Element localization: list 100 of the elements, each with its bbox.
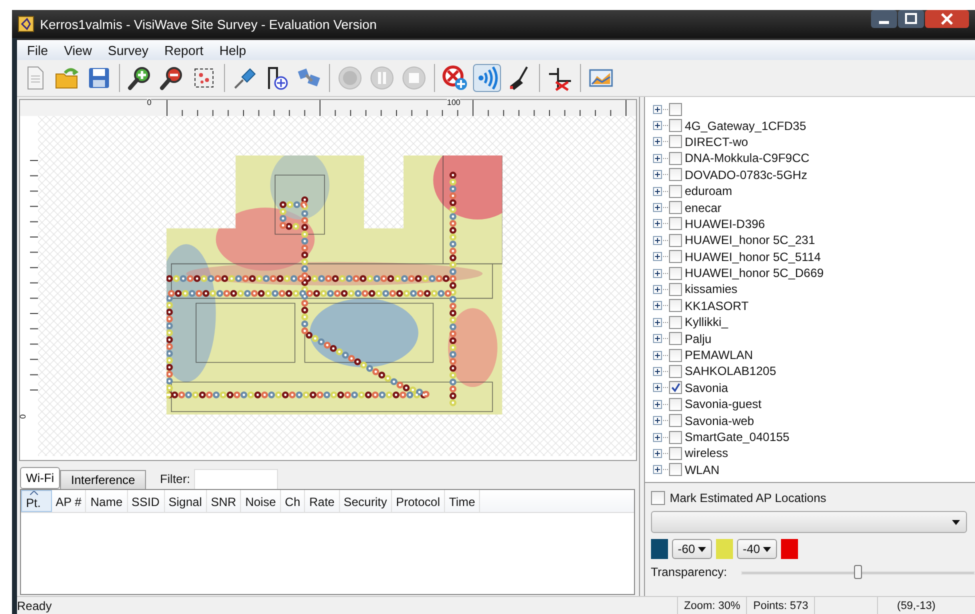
checkbox[interactable]: [650, 491, 665, 505]
checkbox[interactable]: [668, 152, 682, 165]
expand-icon[interactable]: [652, 432, 662, 442]
expand-icon[interactable]: [652, 104, 662, 114]
column-header[interactable]: Time: [445, 490, 480, 512]
checkbox[interactable]: [668, 234, 682, 247]
network-name[interactable]: kissamies: [684, 282, 738, 296]
color-swatch[interactable]: [780, 539, 798, 559]
expand-icon[interactable]: [652, 400, 662, 409]
color-swatch[interactable]: [716, 539, 733, 559]
expand-icon[interactable]: [652, 137, 662, 146]
checkbox[interactable]: [668, 282, 682, 296]
checkbox[interactable]: [668, 168, 682, 182]
network-name[interactable]: enecar: [684, 200, 722, 215]
column-header[interactable]: Protocol: [392, 490, 445, 512]
network-name[interactable]: Savonia: [684, 380, 728, 395]
checkbox[interactable]: [668, 348, 682, 362]
expand-icon[interactable]: [652, 186, 662, 196]
menu-item[interactable]: Help: [211, 40, 254, 60]
expand-icon[interactable]: [652, 154, 662, 163]
checkbox[interactable]: [668, 250, 682, 264]
checkbox[interactable]: [668, 299, 682, 312]
menu-item[interactable]: Survey: [100, 40, 156, 60]
expand-icon[interactable]: [652, 465, 662, 474]
slider-thumb[interactable]: [854, 565, 862, 579]
network-name[interactable]: KK1ASORT: [684, 298, 749, 313]
checkbox[interactable]: [668, 381, 682, 394]
checkbox[interactable]: [668, 364, 682, 378]
tab[interactable]: Interference: [60, 470, 146, 489]
threshold-dropdown[interactable]: -60: [672, 539, 712, 559]
network-name[interactable]: eduroam: [684, 184, 732, 198]
column-header[interactable]: Signal: [164, 490, 207, 512]
menu-item[interactable]: File: [19, 40, 56, 60]
column-header[interactable]: SNR: [206, 490, 242, 512]
network-name[interactable]: DNA-Mokkula-C9F9CC: [684, 151, 810, 166]
checkbox[interactable]: [668, 430, 682, 444]
checkbox[interactable]: [668, 266, 682, 280]
close-icon[interactable]: [925, 10, 969, 28]
column-header[interactable]: Noise: [241, 490, 281, 512]
network-name[interactable]: DIRECT-wo: [684, 134, 748, 149]
checkbox[interactable]: [668, 217, 682, 230]
column-header[interactable]: Security: [340, 490, 392, 512]
network-name[interactable]: Savonia-guest: [684, 397, 762, 412]
checkbox[interactable]: [668, 135, 682, 148]
network-name[interactable]: WLAN: [684, 462, 720, 477]
column-header[interactable]: Pt.: [21, 490, 52, 512]
checkbox[interactable]: [668, 446, 682, 460]
checkbox[interactable]: [668, 332, 682, 346]
filter-field[interactable]: [194, 469, 278, 489]
expand-icon[interactable]: [652, 334, 662, 344]
expand-icon[interactable]: [652, 416, 662, 426]
network-name[interactable]: 4G_Gateway_1CFD35: [684, 118, 806, 133]
minimize-icon[interactable]: [871, 10, 897, 28]
expand-icon[interactable]: [652, 301, 662, 310]
tab[interactable]: Wi-Fi: [20, 467, 60, 489]
expand-icon[interactable]: [652, 350, 662, 360]
network-name[interactable]: Savonia-web: [684, 414, 754, 428]
menu-item[interactable]: Report: [156, 40, 212, 60]
expand-icon[interactable]: [652, 318, 662, 327]
network-name[interactable]: HUAWEI_honor 5C_231: [684, 233, 816, 248]
transparency-slider[interactable]: [741, 565, 975, 579]
network-name[interactable]: PEMAWLAN: [684, 348, 753, 362]
checkbox[interactable]: [668, 102, 682, 116]
checkbox[interactable]: [668, 398, 682, 411]
expand-icon[interactable]: [652, 236, 662, 245]
expand-icon[interactable]: [652, 203, 662, 212]
column-header[interactable]: AP #: [52, 490, 86, 512]
network-name[interactable]: HUAWEI-D396: [684, 216, 765, 231]
column-header[interactable]: Rate: [305, 490, 340, 512]
network-name[interactable]: HUAWEI_honor 5C_5114: [684, 250, 821, 264]
network-name[interactable]: DOVADO-0783c-5GHz: [684, 168, 808, 182]
network-name[interactable]: wireless: [684, 446, 728, 460]
expand-icon[interactable]: [652, 121, 662, 130]
checkbox[interactable]: [668, 316, 682, 329]
checkbox[interactable]: [668, 184, 682, 198]
expand-icon[interactable]: [652, 284, 662, 294]
column-header[interactable]: Ch: [280, 490, 306, 512]
network-name[interactable]: Kyllikki_: [684, 315, 728, 330]
expand-icon[interactable]: [652, 170, 662, 180]
maximize-icon[interactable]: [898, 10, 924, 28]
network-name[interactable]: SAHKOLAB1205: [684, 364, 776, 378]
column-header[interactable]: Name: [86, 490, 128, 512]
expand-icon[interactable]: [652, 268, 662, 278]
expand-icon[interactable]: [652, 219, 662, 228]
expand-icon[interactable]: [652, 383, 662, 392]
column-header[interactable]: SSID: [128, 490, 165, 512]
checkbox[interactable]: [668, 414, 682, 428]
menu-item[interactable]: View: [56, 40, 100, 60]
checkbox[interactable]: [668, 119, 682, 132]
expand-icon[interactable]: [652, 252, 662, 262]
threshold-dropdown[interactable]: -40: [736, 539, 777, 559]
expand-icon[interactable]: [652, 366, 662, 376]
network-name[interactable]: Palju: [684, 332, 712, 346]
checkbox[interactable]: [668, 463, 682, 476]
color-swatch[interactable]: [650, 539, 668, 559]
checkbox[interactable]: [668, 201, 682, 214]
blocked-icon[interactable]: [441, 64, 469, 92]
expand-icon[interactable]: [652, 448, 662, 458]
network-name[interactable]: HUAWEI_honor 5C_D669: [684, 266, 824, 280]
network-name[interactable]: SmartGate_040155: [684, 430, 790, 444]
